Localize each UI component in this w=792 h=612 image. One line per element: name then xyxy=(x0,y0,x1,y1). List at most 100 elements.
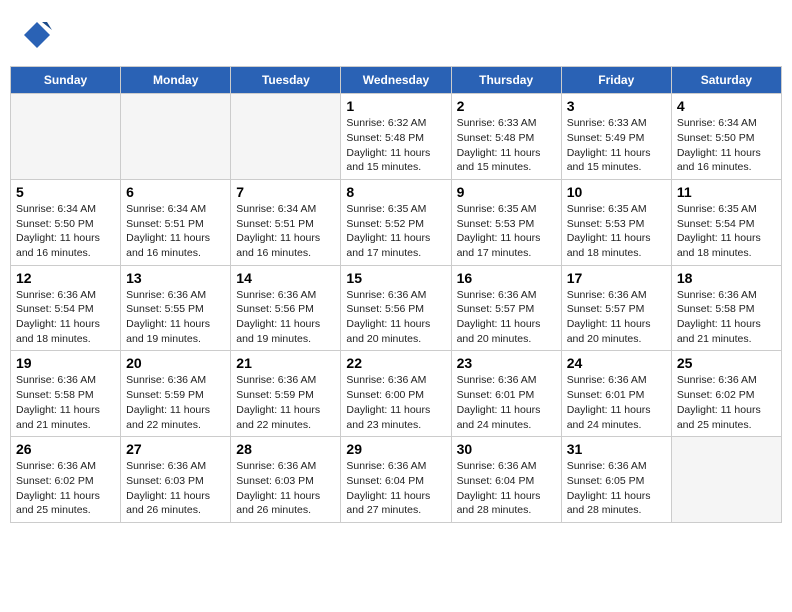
day-number: 19 xyxy=(16,355,115,371)
calendar-cell: 10 Sunrise: 6:35 AM Sunset: 5:53 PM Dayli… xyxy=(561,179,671,265)
weekday-header-wednesday: Wednesday xyxy=(341,67,451,94)
day-number: 25 xyxy=(677,355,776,371)
calendar-cell: 14 Sunrise: 6:36 AM Sunset: 5:56 PM Dayli… xyxy=(231,265,341,351)
day-number: 3 xyxy=(567,98,666,114)
calendar-cell: 28 Sunrise: 6:36 AM Sunset: 6:03 PM Dayli… xyxy=(231,437,341,523)
calendar-cell xyxy=(11,94,121,180)
day-info: Sunrise: 6:35 AM Sunset: 5:54 PM Dayligh… xyxy=(677,202,776,261)
day-number: 31 xyxy=(567,441,666,457)
day-info: Sunrise: 6:35 AM Sunset: 5:53 PM Dayligh… xyxy=(457,202,556,261)
day-info: Sunrise: 6:36 AM Sunset: 5:58 PM Dayligh… xyxy=(16,373,115,432)
calendar-cell: 13Sunrise: 6:36 AM Sunset: 5:55 PM Dayli… xyxy=(121,265,231,351)
day-number: 11 xyxy=(677,184,776,200)
day-number: 28 xyxy=(236,441,335,457)
day-info: Sunrise: 6:33 AM Sunset: 5:48 PM Dayligh… xyxy=(457,116,556,175)
day-number: 23 xyxy=(457,355,556,371)
day-number: 9 xyxy=(457,184,556,200)
weekday-header-sunday: Sunday xyxy=(11,67,121,94)
day-info: Sunrise: 6:36 AM Sunset: 5:55 PM Dayligh… xyxy=(126,288,225,347)
day-info: Sunrise: 6:36 AM Sunset: 5:54 PM Dayligh… xyxy=(16,288,115,347)
day-number: 5 xyxy=(16,184,115,200)
calendar-cell: 23 Sunrise: 6:36 AM Sunset: 6:01 PM Dayli… xyxy=(451,351,561,437)
day-info: Sunrise: 6:36 AM Sunset: 6:04 PM Dayligh… xyxy=(457,459,556,518)
calendar-cell: 11 Sunrise: 6:35 AM Sunset: 5:54 PM Dayli… xyxy=(671,179,781,265)
weekday-header-saturday: Saturday xyxy=(671,67,781,94)
day-number: 29 xyxy=(346,441,445,457)
calendar-cell: 30 Sunrise: 6:36 AM Sunset: 6:04 PM Dayli… xyxy=(451,437,561,523)
week-row-5: 26 Sunrise: 6:36 AM Sunset: 6:02 PM Dayli… xyxy=(11,437,782,523)
day-info: Sunrise: 6:34 AM Sunset: 5:50 PM Dayligh… xyxy=(16,202,115,261)
calendar-cell: 2 Sunrise: 6:33 AM Sunset: 5:48 PM Daylig… xyxy=(451,94,561,180)
day-info: Sunrise: 6:34 AM Sunset: 5:51 PM Dayligh… xyxy=(236,202,335,261)
day-info: Sunrise: 6:36 AM Sunset: 6:02 PM Dayligh… xyxy=(16,459,115,518)
calendar-cell: 24 Sunrise: 6:36 AM Sunset: 6:01 PM Dayli… xyxy=(561,351,671,437)
day-number: 8 xyxy=(346,184,445,200)
calendar-cell: 22Sunrise: 6:36 AM Sunset: 6:00 PM Dayli… xyxy=(341,351,451,437)
calendar-cell: 29 Sunrise: 6:36 AM Sunset: 6:04 PM Dayli… xyxy=(341,437,451,523)
day-info: Sunrise: 6:34 AM Sunset: 5:50 PM Dayligh… xyxy=(677,116,776,175)
calendar-cell: 5 Sunrise: 6:34 AM Sunset: 5:50 PM Daylig… xyxy=(11,179,121,265)
calendar-cell: 18Sunrise: 6:36 AM Sunset: 5:58 PM Dayli… xyxy=(671,265,781,351)
calendar-cell: 8 Sunrise: 6:35 AM Sunset: 5:52 PM Daylig… xyxy=(341,179,451,265)
week-row-3: 12Sunrise: 6:36 AM Sunset: 5:54 PM Dayli… xyxy=(11,265,782,351)
day-info: Sunrise: 6:36 AM Sunset: 6:01 PM Dayligh… xyxy=(457,373,556,432)
logo xyxy=(20,20,52,55)
day-number: 14 xyxy=(236,270,335,286)
day-info: Sunrise: 6:36 AM Sunset: 5:56 PM Dayligh… xyxy=(236,288,335,347)
day-info: Sunrise: 6:36 AM Sunset: 5:57 PM Dayligh… xyxy=(457,288,556,347)
day-number: 6 xyxy=(126,184,225,200)
calendar-table: SundayMondayTuesdayWednesdayThursdayFrid… xyxy=(10,66,782,523)
week-row-2: 5 Sunrise: 6:34 AM Sunset: 5:50 PM Daylig… xyxy=(11,179,782,265)
day-info: Sunrise: 6:36 AM Sunset: 6:03 PM Dayligh… xyxy=(236,459,335,518)
day-info: Sunrise: 6:35 AM Sunset: 5:52 PM Dayligh… xyxy=(346,202,445,261)
calendar-cell: 21 Sunrise: 6:36 AM Sunset: 5:59 PM Dayli… xyxy=(231,351,341,437)
calendar-cell xyxy=(231,94,341,180)
calendar-cell: 20 Sunrise: 6:36 AM Sunset: 5:59 PM Dayli… xyxy=(121,351,231,437)
day-info: Sunrise: 6:36 AM Sunset: 5:57 PM Dayligh… xyxy=(567,288,666,347)
calendar-cell: 7Sunrise: 6:34 AM Sunset: 5:51 PM Daylig… xyxy=(231,179,341,265)
day-number: 26 xyxy=(16,441,115,457)
weekday-header-friday: Friday xyxy=(561,67,671,94)
day-info: Sunrise: 6:33 AM Sunset: 5:49 PM Dayligh… xyxy=(567,116,666,175)
calendar-cell: 4 Sunrise: 6:34 AM Sunset: 5:50 PM Daylig… xyxy=(671,94,781,180)
day-info: Sunrise: 6:32 AM Sunset: 5:48 PM Dayligh… xyxy=(346,116,445,175)
day-number: 15 xyxy=(346,270,445,286)
calendar-cell: 15 Sunrise: 6:36 AM Sunset: 5:56 PM Dayli… xyxy=(341,265,451,351)
day-info: Sunrise: 6:36 AM Sunset: 5:59 PM Dayligh… xyxy=(126,373,225,432)
calendar-cell: 9 Sunrise: 6:35 AM Sunset: 5:53 PM Daylig… xyxy=(451,179,561,265)
day-number: 18 xyxy=(677,270,776,286)
page-header xyxy=(10,10,782,60)
week-row-1: 1 Sunrise: 6:32 AM Sunset: 5:48 PM Daylig… xyxy=(11,94,782,180)
day-number: 4 xyxy=(677,98,776,114)
day-number: 1 xyxy=(346,98,445,114)
day-number: 10 xyxy=(567,184,666,200)
day-number: 22 xyxy=(346,355,445,371)
calendar-cell xyxy=(671,437,781,523)
day-number: 21 xyxy=(236,355,335,371)
calendar-cell: 19 Sunrise: 6:36 AM Sunset: 5:58 PM Dayli… xyxy=(11,351,121,437)
day-info: Sunrise: 6:36 AM Sunset: 5:56 PM Dayligh… xyxy=(346,288,445,347)
weekday-header-tuesday: Tuesday xyxy=(231,67,341,94)
day-info: Sunrise: 6:36 AM Sunset: 6:04 PM Dayligh… xyxy=(346,459,445,518)
day-info: Sunrise: 6:35 AM Sunset: 5:53 PM Dayligh… xyxy=(567,202,666,261)
day-info: Sunrise: 6:36 AM Sunset: 6:05 PM Dayligh… xyxy=(567,459,666,518)
day-number: 2 xyxy=(457,98,556,114)
day-info: Sunrise: 6:36 AM Sunset: 6:03 PM Dayligh… xyxy=(126,459,225,518)
calendar-cell: 1 Sunrise: 6:32 AM Sunset: 5:48 PM Daylig… xyxy=(341,94,451,180)
day-info: Sunrise: 6:36 AM Sunset: 6:01 PM Dayligh… xyxy=(567,373,666,432)
week-row-4: 19 Sunrise: 6:36 AM Sunset: 5:58 PM Dayli… xyxy=(11,351,782,437)
weekday-header-row: SundayMondayTuesdayWednesdayThursdayFrid… xyxy=(11,67,782,94)
day-info: Sunrise: 6:36 AM Sunset: 5:59 PM Dayligh… xyxy=(236,373,335,432)
calendar-cell: 26 Sunrise: 6:36 AM Sunset: 6:02 PM Dayli… xyxy=(11,437,121,523)
day-number: 20 xyxy=(126,355,225,371)
day-number: 30 xyxy=(457,441,556,457)
weekday-header-thursday: Thursday xyxy=(451,67,561,94)
calendar-cell xyxy=(121,94,231,180)
day-number: 17 xyxy=(567,270,666,286)
day-number: 24 xyxy=(567,355,666,371)
day-number: 27 xyxy=(126,441,225,457)
calendar-cell: 3 Sunrise: 6:33 AM Sunset: 5:49 PM Daylig… xyxy=(561,94,671,180)
calendar-cell: 27 Sunrise: 6:36 AM Sunset: 6:03 PM Dayli… xyxy=(121,437,231,523)
day-info: Sunrise: 6:34 AM Sunset: 5:51 PM Dayligh… xyxy=(126,202,225,261)
calendar-cell: 16Sunrise: 6:36 AM Sunset: 5:57 PM Dayli… xyxy=(451,265,561,351)
